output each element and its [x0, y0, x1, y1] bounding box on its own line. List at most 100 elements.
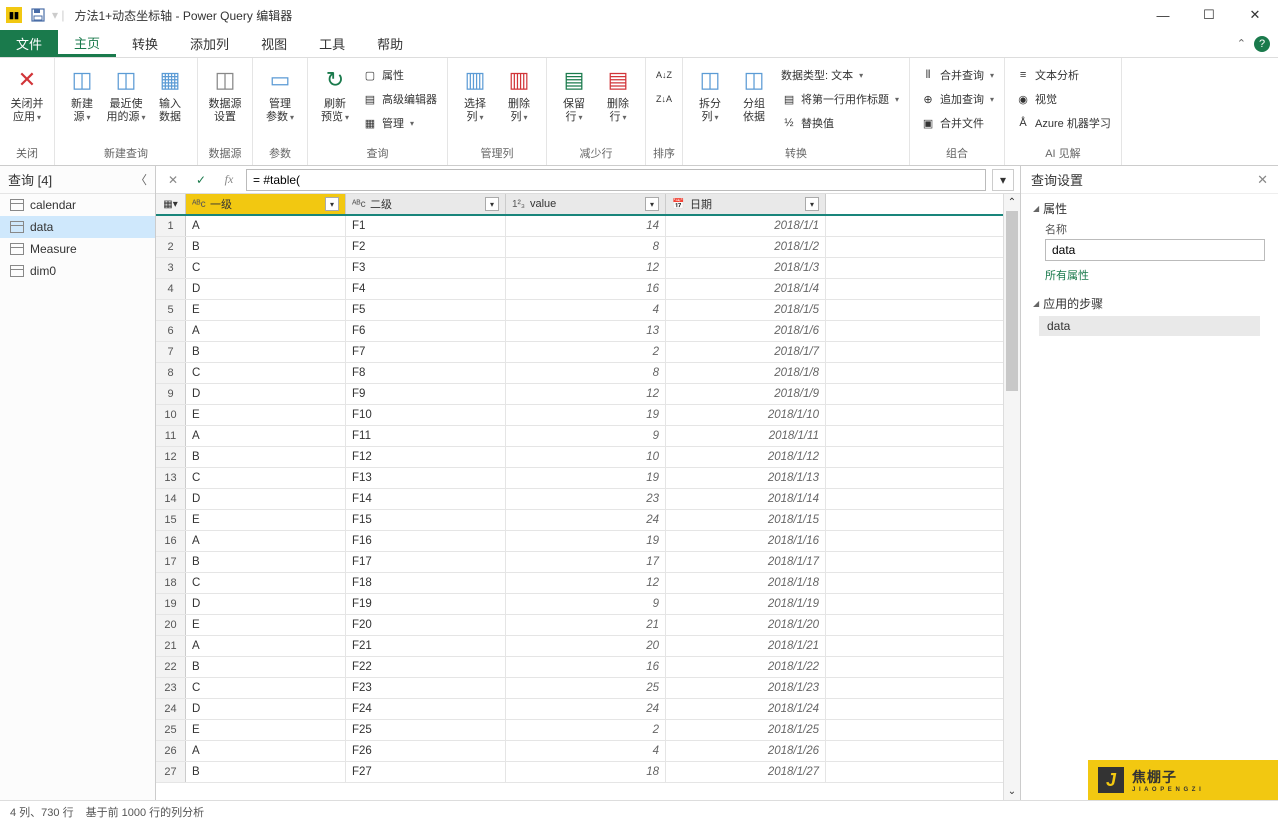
table-row[interactable]: 6AF6132018/1/6	[156, 321, 1003, 342]
collapse-ribbon-icon[interactable]: ⌃	[1237, 37, 1246, 50]
fx-icon[interactable]: fx	[218, 169, 240, 191]
accept-formula-icon[interactable]: ✓	[190, 169, 212, 191]
cell[interactable]: E	[186, 615, 346, 635]
cell[interactable]: C	[186, 678, 346, 698]
query-item-data[interactable]: data	[0, 216, 155, 238]
cell[interactable]: A	[186, 321, 346, 341]
cell[interactable]: A	[186, 531, 346, 551]
cell[interactable]: F5	[346, 300, 506, 320]
tab-file[interactable]: 文件	[0, 30, 58, 57]
cell[interactable]: 2018/1/6	[666, 321, 826, 341]
table-row[interactable]: 21AF21202018/1/21	[156, 636, 1003, 657]
advanced-editor-button[interactable]: ▤高级编辑器	[358, 88, 441, 110]
data-source-settings-button[interactable]: ◫数据源 设置	[204, 62, 246, 125]
cell[interactable]: 12	[506, 258, 666, 278]
close-window-button[interactable]: ✕	[1232, 0, 1278, 30]
cell[interactable]: F7	[346, 342, 506, 362]
save-icon[interactable]	[30, 7, 46, 23]
cell[interactable]: 9	[506, 594, 666, 614]
cell[interactable]: D	[186, 384, 346, 404]
recent-sources-button[interactable]: ◫最近使 用的源	[105, 62, 147, 125]
table-row[interactable]: 20EF20212018/1/20	[156, 615, 1003, 636]
cell[interactable]: 2018/1/23	[666, 678, 826, 698]
table-row[interactable]: 25EF2522018/1/25	[156, 720, 1003, 741]
cancel-formula-icon[interactable]: ✕	[162, 169, 184, 191]
cell[interactable]: 21	[506, 615, 666, 635]
all-properties-link[interactable]: 所有属性	[1045, 267, 1266, 283]
cell[interactable]: 2018/1/16	[666, 531, 826, 551]
cell[interactable]: 2	[506, 342, 666, 362]
table-row[interactable]: 12BF12102018/1/12	[156, 447, 1003, 468]
cell[interactable]: 2018/1/27	[666, 762, 826, 782]
cell[interactable]: 2018/1/13	[666, 468, 826, 488]
help-icon[interactable]: ?	[1254, 36, 1270, 52]
data-type-button[interactable]: 数据类型: 文本	[777, 64, 903, 86]
cell[interactable]: 2018/1/9	[666, 384, 826, 404]
cell[interactable]: F22	[346, 657, 506, 677]
table-row[interactable]: 16AF16192018/1/16	[156, 531, 1003, 552]
cell[interactable]: A	[186, 741, 346, 761]
column-header-二级[interactable]: ᴬᴮc二级▾	[346, 194, 506, 214]
table-row[interactable]: 26AF2642018/1/26	[156, 741, 1003, 762]
new-source-button[interactable]: ◫新建 源	[61, 62, 103, 125]
cell[interactable]: F21	[346, 636, 506, 656]
cell[interactable]: B	[186, 447, 346, 467]
table-row[interactable]: 4DF4162018/1/4	[156, 279, 1003, 300]
table-row[interactable]: 11AF1192018/1/11	[156, 426, 1003, 447]
table-row[interactable]: 19DF1992018/1/19	[156, 594, 1003, 615]
sort-desc-button[interactable]: Z↓A	[652, 88, 676, 110]
vertical-scrollbar[interactable]: ⌃ ⌄	[1003, 194, 1020, 800]
group-by-button[interactable]: ◫分组 依据	[733, 62, 775, 125]
table-row[interactable]: 22BF22162018/1/22	[156, 657, 1003, 678]
cell[interactable]: 12	[506, 573, 666, 593]
cell[interactable]: F27	[346, 762, 506, 782]
text-analytics-button[interactable]: ≡文本分析	[1011, 64, 1115, 86]
cell[interactable]: 2018/1/3	[666, 258, 826, 278]
column-header-value[interactable]: 1²₃value▾	[506, 194, 666, 214]
cell[interactable]: 10	[506, 447, 666, 467]
properties-section-title[interactable]: 属性	[1033, 200, 1266, 217]
cell[interactable]: 24	[506, 699, 666, 719]
cell[interactable]: F12	[346, 447, 506, 467]
table-row[interactable]: 7BF722018/1/7	[156, 342, 1003, 363]
properties-button[interactable]: ▢属性	[358, 64, 441, 86]
query-item-Measure[interactable]: Measure	[0, 238, 155, 260]
cell[interactable]: B	[186, 762, 346, 782]
tab-添加列[interactable]: 添加列	[174, 30, 245, 57]
manage-parameters-button[interactable]: ▭管理 参数	[259, 62, 301, 125]
cell[interactable]: C	[186, 363, 346, 383]
cell[interactable]: F17	[346, 552, 506, 572]
cell[interactable]: A	[186, 636, 346, 656]
applied-step[interactable]: data	[1039, 316, 1260, 336]
cell[interactable]: 17	[506, 552, 666, 572]
cell[interactable]: F13	[346, 468, 506, 488]
cell[interactable]: F24	[346, 699, 506, 719]
cell[interactable]: F6	[346, 321, 506, 341]
tab-转换[interactable]: 转换	[116, 30, 174, 57]
cell[interactable]: F10	[346, 405, 506, 425]
append-queries-button[interactable]: ⊕追加查询	[916, 88, 998, 110]
cell[interactable]: 2018/1/24	[666, 699, 826, 719]
scroll-up-icon[interactable]: ⌃	[1004, 194, 1020, 211]
cell[interactable]: F3	[346, 258, 506, 278]
cell[interactable]: 2018/1/7	[666, 342, 826, 362]
merge-queries-button[interactable]: ⫴合并查询	[916, 64, 998, 86]
cell[interactable]: B	[186, 657, 346, 677]
close-apply-button[interactable]: ✕关闭并 应用	[6, 62, 48, 125]
tab-视图[interactable]: 视图	[245, 30, 303, 57]
cell[interactable]: 2018/1/15	[666, 510, 826, 530]
cell[interactable]: 25	[506, 678, 666, 698]
remove-rows-button[interactable]: ▤删除 行	[597, 62, 639, 125]
cell[interactable]: 19	[506, 468, 666, 488]
table-row[interactable]: 13CF13192018/1/13	[156, 468, 1003, 489]
column-filter-icon[interactable]: ▾	[485, 197, 499, 211]
query-item-calendar[interactable]: calendar	[0, 194, 155, 216]
split-column-button[interactable]: ◫拆分 列	[689, 62, 731, 125]
cell[interactable]: 2018/1/5	[666, 300, 826, 320]
table-row[interactable]: 15EF15242018/1/15	[156, 510, 1003, 531]
table-icon[interactable]: ▦▾	[156, 194, 186, 214]
formula-input[interactable]	[246, 169, 986, 191]
table-row[interactable]: 27BF27182018/1/27	[156, 762, 1003, 783]
cell[interactable]: C	[186, 258, 346, 278]
cell[interactable]: B	[186, 342, 346, 362]
